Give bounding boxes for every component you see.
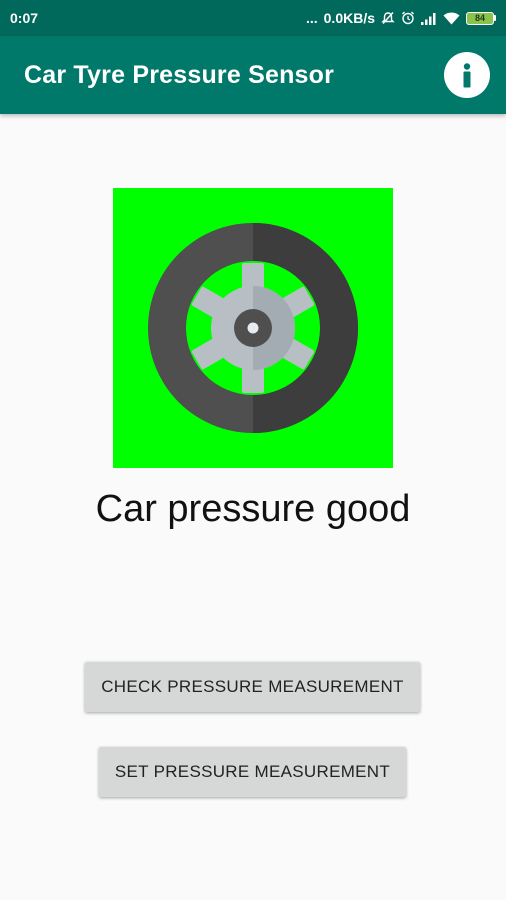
status-icons: ... 0.0KB/s 84 (306, 10, 496, 26)
info-button[interactable] (444, 52, 490, 98)
check-pressure-button[interactable]: CHECK PRESSURE MEASUREMENT (85, 662, 420, 712)
network-speed: 0.0KB/s (323, 10, 375, 26)
pressure-status-message: Car pressure good (95, 488, 411, 530)
app-bar: Car Tyre Pressure Sensor (0, 36, 506, 114)
mute-icon (381, 11, 395, 25)
tyre-image (113, 188, 393, 468)
app-title: Car Tyre Pressure Sensor (24, 60, 335, 89)
info-icon (463, 63, 471, 88)
wifi-icon (443, 12, 460, 25)
set-pressure-button[interactable]: SET PRESSURE MEASUREMENT (99, 747, 406, 797)
battery-level: 84 (466, 11, 494, 25)
battery-tip (494, 15, 496, 21)
battery-icon: 84 (466, 11, 496, 25)
alarm-icon (401, 11, 415, 25)
signal-icon (421, 12, 437, 25)
status-bar: 0:07 ... 0.0KB/s 84 (0, 0, 506, 36)
status-time: 0:07 (10, 10, 39, 26)
tyre-icon (148, 223, 358, 433)
more-dots-icon: ... (305, 10, 318, 26)
